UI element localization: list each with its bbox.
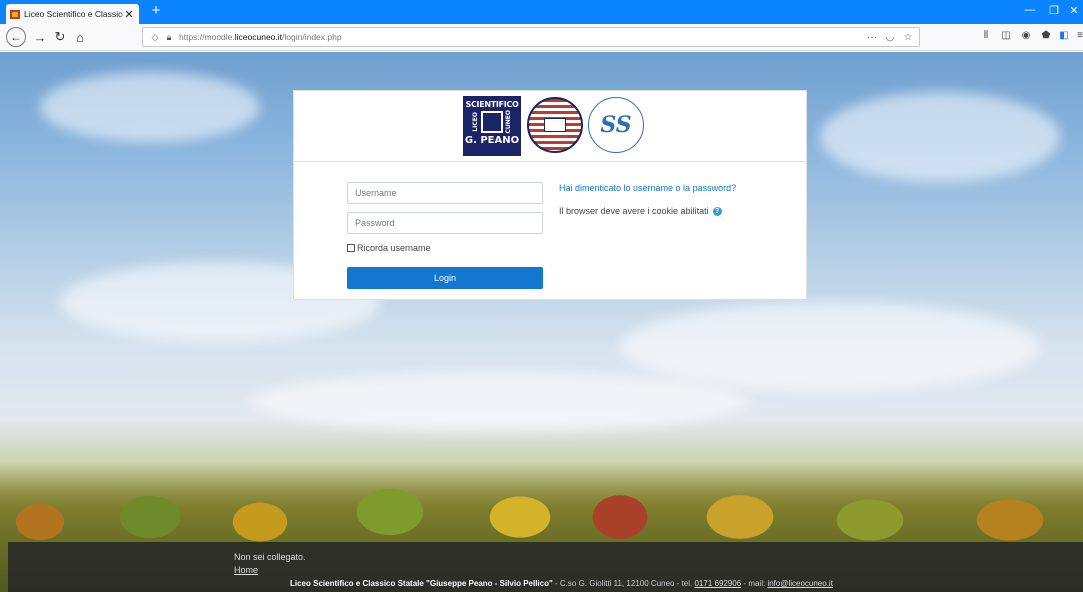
extension-icon[interactable]: ⬟ bbox=[1038, 30, 1054, 44]
home-button[interactable]: ⌂ bbox=[70, 27, 90, 47]
login-button[interactable]: Login bbox=[347, 267, 543, 289]
email-link[interactable]: info@liceocuneo.it bbox=[767, 579, 833, 588]
cloud bbox=[40, 72, 260, 142]
tracking-shield-icon[interactable]: ◇ bbox=[147, 32, 163, 43]
tab-title: Liceo Scientifico e Classico Stat bbox=[24, 9, 123, 19]
login-card: SCIENTIFICO LICEO CUNEO G. PEANO SS User… bbox=[293, 90, 807, 300]
school-name: Liceo Scientifico e Classico Statale "Gi… bbox=[290, 579, 553, 588]
browser-tab[interactable]: Liceo Scientifico e Classico Stat ✕ bbox=[6, 4, 139, 24]
login-status: Non sei collegato. bbox=[234, 552, 306, 562]
logo-header: SCIENTIFICO LICEO CUNEO G. PEANO SS bbox=[294, 91, 806, 162]
classico-seal-icon bbox=[527, 97, 583, 153]
account-icon[interactable]: ◉ bbox=[1018, 30, 1034, 44]
url-bar[interactable]: ◇ 🔒︎ https://moodle.liceocuneo.it/login/… bbox=[142, 27, 920, 47]
cloud bbox=[250, 372, 750, 432]
username-input[interactable]: Username bbox=[347, 182, 543, 204]
cloud bbox=[620, 302, 1040, 392]
library-icon[interactable]: ⫴ bbox=[978, 30, 994, 44]
phone-link[interactable]: 0171 692906 bbox=[694, 579, 741, 588]
page-footer: Non sei collegato. Home Liceo Scientific… bbox=[8, 542, 1083, 592]
bookmark-star-icon[interactable]: ☆ bbox=[901, 32, 915, 43]
logo-text-left: LICEO bbox=[472, 112, 479, 132]
address-text: - C.so G. Giolitti 11, 12100 Cuneo - tel… bbox=[552, 579, 695, 588]
school-logo: SCIENTIFICO LICEO CUNEO G. PEANO bbox=[463, 96, 521, 156]
navigation-bar: ← → ↻ ⌂ ◇ 🔒︎ https://moodle.liceocuneo.i… bbox=[0, 24, 1083, 51]
back-button[interactable]: ← bbox=[6, 27, 26, 47]
sidebar-icon[interactable]: ◫ bbox=[998, 30, 1014, 44]
menu-icon[interactable]: ≡ bbox=[1072, 30, 1083, 44]
password-input[interactable]: Password bbox=[347, 212, 543, 234]
lock-icon[interactable]: 🔒︎ bbox=[163, 32, 175, 43]
logo-text-right: CUNEO bbox=[505, 110, 512, 134]
cookie-notice: Il browser deve avere i cookie abilitati… bbox=[559, 206, 722, 216]
remember-username[interactable]: Ricorda username bbox=[347, 243, 431, 253]
page-actions-icon[interactable]: ··· bbox=[865, 32, 879, 43]
cloud bbox=[820, 92, 1060, 182]
sport-seal-icon: SS bbox=[588, 97, 644, 153]
school-address: Liceo Scientifico e Classico Statale "Gi… bbox=[290, 579, 833, 588]
close-window-icon[interactable]: ✕ bbox=[1064, 4, 1083, 17]
page-background: SCIENTIFICO LICEO CUNEO G. PEANO SS User… bbox=[0, 52, 1083, 592]
help-icon[interactable]: ? bbox=[712, 206, 722, 216]
forward-button[interactable]: → bbox=[30, 27, 50, 47]
url-text[interactable]: https://moodle.liceocuneo.it/login/index… bbox=[175, 32, 865, 42]
logo-text-bottom: G. PEANO bbox=[464, 135, 520, 146]
minimize-icon[interactable]: — bbox=[1020, 4, 1040, 16]
cookie-notice-text: Il browser deve avere i cookie abilitati bbox=[559, 206, 709, 216]
logo-emblem-icon bbox=[481, 111, 503, 133]
remember-label: Ricorda username bbox=[357, 243, 431, 253]
restore-icon[interactable]: ❐ bbox=[1044, 4, 1064, 17]
forgot-credentials-link[interactable]: Hai dimenticato lo username o la passwor… bbox=[559, 183, 736, 193]
home-link[interactable]: Home bbox=[234, 565, 258, 575]
close-tab-icon[interactable]: ✕ bbox=[123, 8, 135, 21]
reload-button[interactable]: ↻ bbox=[50, 27, 70, 47]
remember-checkbox[interactable] bbox=[347, 244, 355, 252]
mail-label: - mail: bbox=[741, 579, 768, 588]
tab-bar: Liceo Scientifico e Classico Stat ✕ + — … bbox=[0, 0, 1083, 24]
favicon-icon bbox=[10, 9, 20, 19]
new-tab-button[interactable]: + bbox=[148, 2, 164, 19]
logo-text-top: SCIENTIFICO bbox=[465, 100, 519, 109]
extension-blue-icon[interactable]: ◧ bbox=[1056, 30, 1072, 44]
pocket-icon[interactable]: ◡ bbox=[883, 32, 897, 43]
